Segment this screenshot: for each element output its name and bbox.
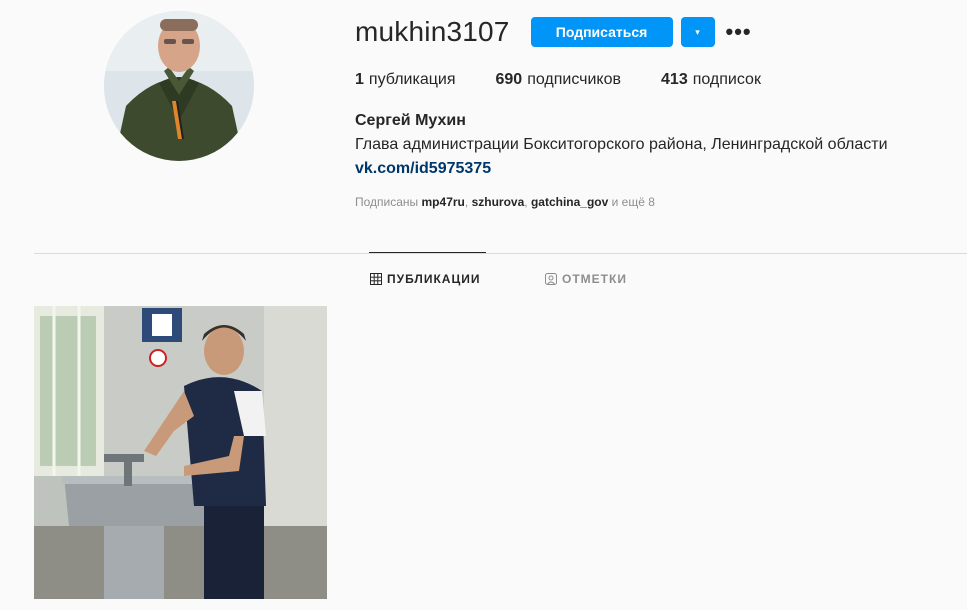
follow-button[interactable]: Подписаться bbox=[530, 17, 673, 47]
followed-by-prefix: Подписаны bbox=[355, 195, 419, 209]
followers-count: 690 bbox=[495, 71, 523, 88]
followed-by-account[interactable]: mp47ru bbox=[422, 195, 465, 209]
active-tab-indicator bbox=[369, 252, 486, 253]
followed-by-suffix: и ещё 8 bbox=[611, 195, 655, 209]
username-row: mukhin3107 Подписаться ▾ ••• bbox=[355, 14, 755, 50]
posts-count: 1 bbox=[355, 71, 364, 88]
username: mukhin3107 bbox=[355, 16, 510, 47]
followed-by[interactable]: Подписаны mp47ru, szhurova, gatchina_gov… bbox=[355, 195, 655, 209]
chevron-down-icon: ▾ bbox=[695, 26, 700, 37]
tagged-icon bbox=[545, 273, 557, 285]
tab-posts[interactable]: ПУБЛИКАЦИИ bbox=[370, 272, 480, 286]
posts-label: публикация bbox=[368, 71, 456, 88]
following-count: 413 bbox=[661, 71, 688, 88]
bio-text: Глава администрации Бокситогорского райо… bbox=[355, 136, 888, 153]
followed-by-account[interactable]: szhurova bbox=[472, 195, 525, 209]
tab-tagged[interactable]: ОТМЕТКИ bbox=[545, 272, 627, 286]
tab-tagged-label: ОТМЕТКИ bbox=[562, 272, 627, 286]
profile-stats: 1 публикация 690 подписчиков 413 подписо… bbox=[355, 71, 761, 89]
following-stat[interactable]: 413 подписок bbox=[661, 71, 761, 89]
followed-by-account[interactable]: gatchina_gov bbox=[531, 195, 608, 209]
suggestions-dropdown-button[interactable]: ▾ bbox=[680, 17, 715, 47]
profile-page: mukhin3107 Подписаться ▾ ••• 1 публикаци… bbox=[0, 0, 967, 610]
post-thumbnail[interactable] bbox=[34, 306, 327, 599]
bio-link[interactable]: vk.com/id5975375 bbox=[355, 160, 491, 178]
more-icon: ••• bbox=[725, 19, 752, 44]
following-label: подписок bbox=[692, 71, 761, 88]
followers-stat[interactable]: 690 подписчиков bbox=[495, 71, 621, 89]
followers-label: подписчиков bbox=[527, 71, 622, 88]
tab-posts-label: ПУБЛИКАЦИИ bbox=[387, 272, 481, 286]
tabs-divider bbox=[34, 253, 967, 254]
more-options-button[interactable]: ••• bbox=[723, 17, 755, 47]
posts-stat: 1 публикация bbox=[355, 71, 455, 89]
full-name: Сергей Мухин bbox=[355, 112, 466, 129]
profile-avatar[interactable] bbox=[104, 11, 254, 161]
grid-icon bbox=[370, 273, 382, 285]
